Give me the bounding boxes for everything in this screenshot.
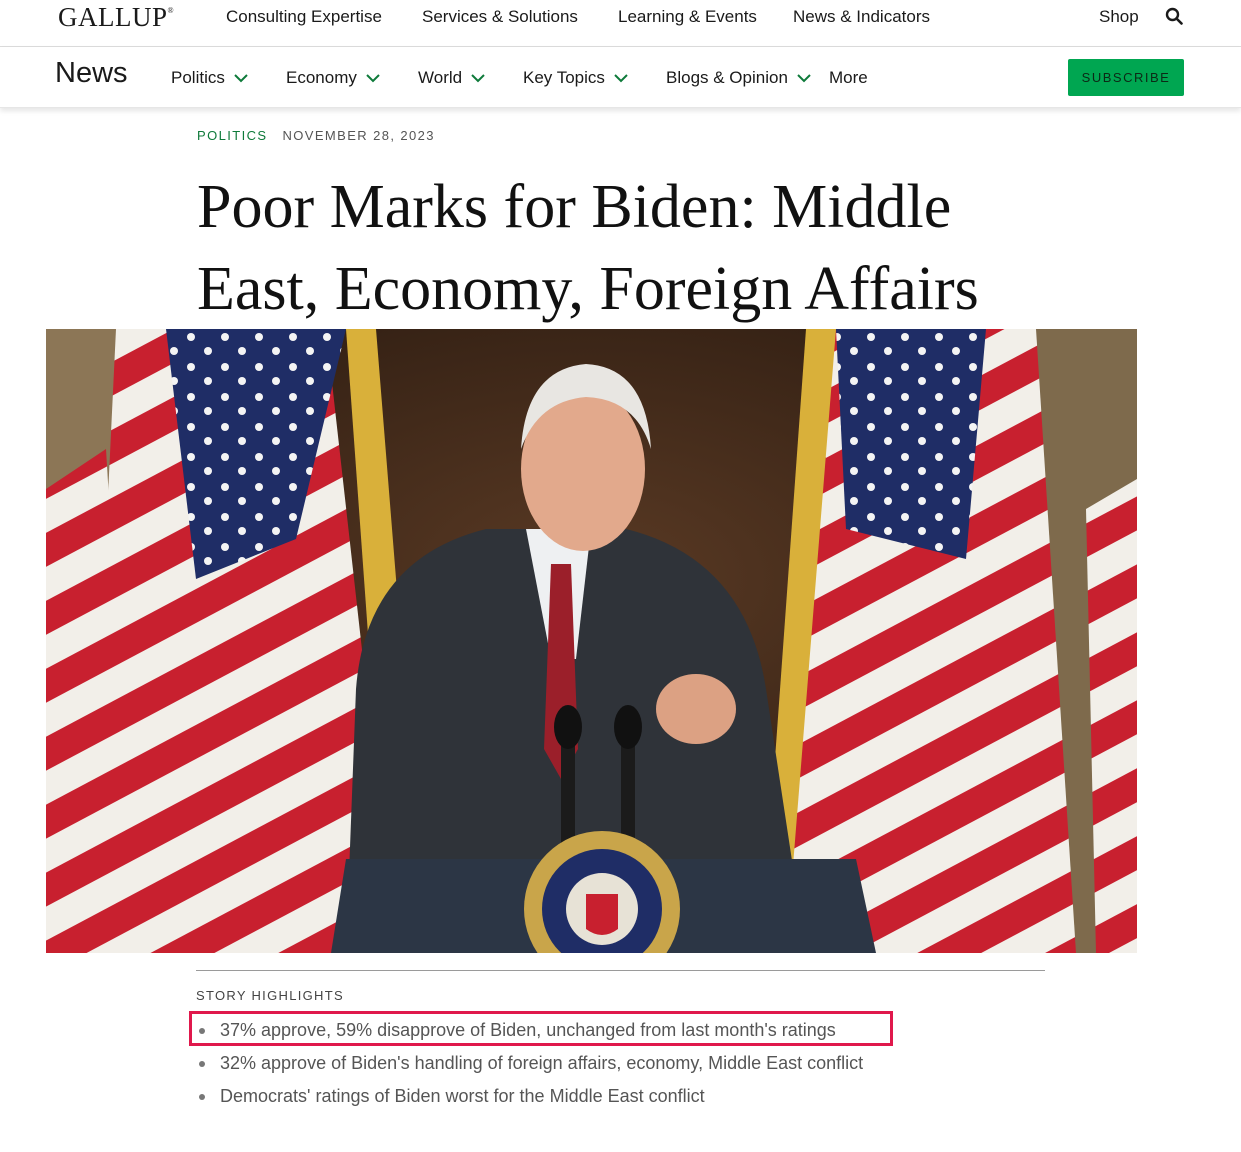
nav-consulting-expertise[interactable]: Consulting Expertise [226,7,382,27]
section-title[interactable]: News [55,57,128,90]
chevron-down-icon [366,74,380,83]
chevron-down-icon [471,74,485,83]
bullet-icon [199,1061,205,1067]
bullet-icon [199,1094,205,1100]
divider [196,970,1045,971]
article-date: NOVEMBER 28, 2023 [282,128,435,143]
nav-learning-events[interactable]: Learning & Events [618,7,757,27]
chevron-down-icon [234,74,248,83]
gallup-logo[interactable]: GALLUP® [58,2,174,33]
article-category[interactable]: POLITICS [197,128,267,143]
list-item: Democrats' ratings of Biden worst for th… [196,1081,863,1114]
subnav-label: Blogs & Opinion [666,68,788,87]
subnav-label: Economy [286,68,357,87]
nav-news-indicators[interactable]: News & Indicators [793,7,930,27]
subnav-blogs-opinion[interactable]: Blogs & Opinion [666,68,812,88]
search-icon[interactable] [1165,7,1183,25]
subnav-key-topics[interactable]: Key Topics [523,68,629,88]
top-bar: GALLUP® Consulting Expertise Services & … [0,0,1241,47]
highlight-text: Democrats' ratings of Biden worst for th… [220,1086,705,1106]
subscribe-button[interactable]: SUBSCRIBE [1068,59,1184,96]
nav-services-solutions[interactable]: Services & Solutions [422,7,578,27]
hero-photo [46,329,1137,953]
article-meta: POLITICS NOVEMBER 28, 2023 [197,128,435,143]
subnav-label: Politics [171,68,225,87]
subnav-label: World [418,68,463,87]
chevron-down-icon [614,74,628,83]
subnav-label: Key Topics [523,68,605,87]
chevron-down-icon [797,74,811,83]
subnav-politics[interactable]: Politics [171,68,249,88]
article-headline: Poor Marks for Biden: Middle East, Econo… [197,173,979,323]
section-nav: News Politics Economy World Key Topics B… [0,47,1241,108]
annotation-highlight-box [189,1011,893,1046]
shop-link[interactable]: Shop [1099,7,1139,27]
hero-image [46,329,1137,953]
subnav-world[interactable]: World [418,68,486,88]
story-highlights-title: STORY HIGHLIGHTS [196,988,344,1003]
list-item: 32% approve of Biden's handling of forei… [196,1048,863,1081]
subnav-economy[interactable]: Economy [286,68,381,88]
subnav-more[interactable]: More [829,68,868,88]
highlight-text: 32% approve of Biden's handling of forei… [220,1053,864,1073]
